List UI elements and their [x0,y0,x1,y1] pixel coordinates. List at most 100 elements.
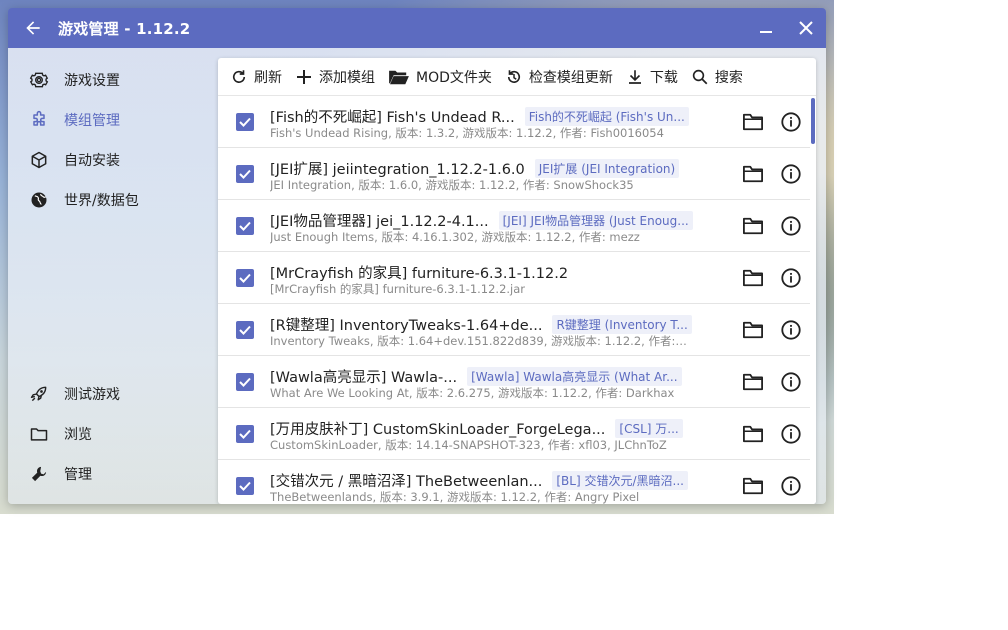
search-button[interactable]: 搜索 [687,58,752,96]
check-updates-button[interactable]: 检查模组更新 [501,58,622,96]
minimize-icon [760,31,772,33]
mod-list: [Fish的不死崛起] Fish's Undead R... Fish的不死崛起… [218,96,810,504]
check-updates-label: 检查模组更新 [528,69,613,86]
mod-title: [Wawla高亮显示] Wawla-... [270,369,458,386]
mod-row[interactable]: [R键整理] InventoryTweaks-1.64+de... R键整理 (… [218,304,810,356]
window-title: 游戏管理 - 1.12.2 [58,19,191,38]
mod-title-line: [万用皮肤补丁] CustomSkinLoader_ForgeLega... [… [270,418,683,438]
game-manager-window: 游戏管理 - 1.12.2 游戏设置 模组管理 自动安装 世界/数据包 测试游戏… [8,8,826,504]
mod-tag: [JEI] JEI物品管理器 (Just Enoug... [498,210,693,230]
mod-info-button[interactable] [778,265,804,291]
search-label: 搜索 [714,69,743,86]
mod-folder-label: MOD文件夹 [416,69,492,86]
open-mod-folder-button[interactable] [740,213,766,239]
mod-enabled-checkbox[interactable] [236,477,254,495]
sidebar-item-label: 浏览 [64,427,92,443]
info-icon [781,112,801,132]
close-button[interactable] [786,8,826,48]
sidebar-item-label: 测试游戏 [64,387,120,403]
mod-row[interactable]: [JEI扩展] jeiintegration_1.12.2-1.6.0 JEI扩… [218,148,810,200]
mod-info-button[interactable] [778,421,804,447]
mod-enabled-checkbox[interactable] [236,165,254,183]
mod-folder-button[interactable]: MOD文件夹 [384,58,501,96]
mod-info-button[interactable] [778,473,804,499]
mod-enabled-checkbox[interactable] [236,373,254,391]
mod-row[interactable]: [Wawla高亮显示] Wawla-... [Wawla] Wawla高亮显示 … [218,356,810,408]
download-button[interactable]: 下载 [622,58,687,96]
sidebar-item-game-settings[interactable]: 游戏设置 [8,60,208,100]
mod-title: [MrCrayfish 的家具] furniture-6.3.1-1.12.2 [270,265,569,282]
info-icon [781,268,801,288]
mod-subtitle: Just Enough Items, 版本: 4.16.1.302, 游戏版本:… [270,230,640,244]
sidebar-item-manage[interactable]: 管理 [8,454,208,494]
mod-tag: [Wawla] Wawla高亮显示 (What Ar... [467,366,682,386]
sidebar-item-auto-install[interactable]: 自动安装 [8,140,208,180]
sidebar-item-worlds-datapacks[interactable]: 世界/数据包 [8,180,208,220]
back-button[interactable] [8,8,58,48]
open-mod-folder-button[interactable] [740,317,766,343]
mod-title-line: [JEI扩展] jeiintegration_1.12.2-1.6.0 JEI扩… [270,158,680,178]
add-mod-button[interactable]: 添加模组 [291,58,384,96]
mod-enabled-checkbox[interactable] [236,425,254,443]
open-mod-folder-button[interactable] [740,421,766,447]
scrollbar[interactable] [810,96,816,504]
sidebar-item-browse[interactable]: 浏览 [8,414,208,454]
mod-title-line: [JEI物品管理器] jei_1.12.2-4.1... [JEI] JEI物品… [270,210,693,230]
open-mod-folder-button[interactable] [740,265,766,291]
mod-row[interactable]: [JEI物品管理器] jei_1.12.2-4.1... [JEI] JEI物品… [218,200,810,252]
mod-row[interactable]: [交错次元 / 黑暗沼泽] TheBetweenlan... [BL] 交错次元… [218,460,810,504]
mod-enabled-checkbox[interactable] [236,217,254,235]
mod-row[interactable]: [MrCrayfish 的家具] furniture-6.3.1-1.12.2 … [218,252,810,304]
mod-subtitle: JEI Integration, 版本: 1.6.0, 游戏版本: 1.12.2… [270,178,634,192]
mod-row[interactable]: [万用皮肤补丁] CustomSkinLoader_ForgeLega... [… [218,408,810,460]
mod-subtitle: Fish's Undead Rising, 版本: 1.3.2, 游戏版本: 1… [270,126,664,140]
sidebar: 游戏设置 模组管理 自动安装 世界/数据包 [8,60,208,220]
open-mod-folder-button[interactable] [740,473,766,499]
mod-title: [JEI物品管理器] jei_1.12.2-4.1... [270,213,489,230]
scrollbar-thumb[interactable] [811,98,815,144]
title-bar: 游戏管理 - 1.12.2 [8,8,826,48]
sidebar-item-test-game[interactable]: 测试游戏 [8,374,208,414]
wrench-icon [28,463,50,485]
mod-subtitle: What Are We Looking At, 版本: 2.6.275, 游戏版… [270,386,675,400]
mod-tag: R键整理 (Inventory T... [552,314,692,334]
minimize-button[interactable] [746,8,786,48]
mod-title: [JEI扩展] jeiintegration_1.12.2-1.6.0 [270,161,525,178]
mod-list-card: 刷新 添加模组 MOD文件夹 检查模组更新 下载 搜索 [Fish的不死崛起] … [218,58,816,504]
mod-title: [R键整理] InventoryTweaks-1.64+de... [270,317,543,334]
open-mod-folder-button[interactable] [740,109,766,135]
mod-subtitle: [MrCrayfish 的家具] furniture-6.3.1-1.12.2.… [270,282,526,296]
info-icon [781,216,801,236]
mod-info-button[interactable] [778,317,804,343]
mod-info-button[interactable] [778,109,804,135]
mod-info-button[interactable] [778,369,804,395]
mod-info-button[interactable] [778,161,804,187]
mod-row[interactable]: [Fish的不死崛起] Fish's Undead R... Fish的不死崛起… [218,96,810,148]
mod-enabled-checkbox[interactable] [236,321,254,339]
folder-icon [743,321,763,339]
mod-title-line: [Fish的不死崛起] Fish's Undead R... Fish的不死崛起… [270,106,689,126]
folder-icon [743,477,763,495]
sidebar-item-label: 世界/数据包 [64,193,139,209]
folder-icon [743,113,763,131]
refresh-button[interactable]: 刷新 [226,58,291,96]
globe-icon [28,189,50,211]
mod-subtitle: Inventory Tweaks, 版本: 1.64+dev.151.822d8… [270,334,690,348]
check-icon [239,221,251,231]
update-icon [503,66,525,88]
folder-icon [743,217,763,235]
mod-subtitle: TheBetweenlands, 版本: 3.9.1, 游戏版本: 1.12.2… [270,490,640,504]
refresh-icon [228,66,250,88]
open-mod-folder-button[interactable] [740,369,766,395]
mod-info-button[interactable] [778,213,804,239]
info-icon [781,424,801,444]
mod-enabled-checkbox[interactable] [236,113,254,131]
mod-title-line: [交错次元 / 黑暗沼泽] TheBetweenlan... [BL] 交错次元… [270,470,688,490]
mod-enabled-checkbox[interactable] [236,269,254,287]
open-mod-folder-button[interactable] [740,161,766,187]
sidebar-item-mod-management[interactable]: 模组管理 [8,100,208,140]
folder-icon [743,269,763,287]
info-icon [781,320,801,340]
content-area: 游戏设置 模组管理 自动安装 世界/数据包 测试游戏 浏览 管理 刷新 添加模组… [8,48,826,504]
search-icon [689,66,711,88]
